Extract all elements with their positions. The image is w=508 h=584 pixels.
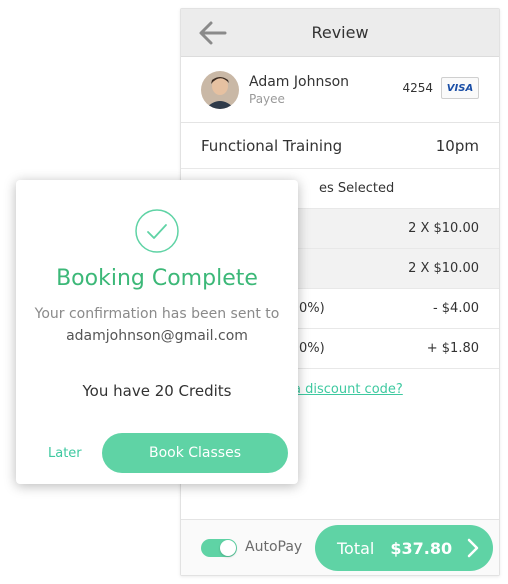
line-item-label: 0%) [299,301,325,316]
discount-code-link[interactable]: a discount code? [293,382,403,397]
line-item-label: 0%) [299,341,325,356]
credits-text: You have 20 Credits [82,382,232,400]
book-classes-button[interactable]: Book Classes [102,433,288,473]
check-circle-icon [135,209,179,253]
autopay-toggle[interactable] [201,539,237,557]
payee-role: Payee [249,91,285,106]
visa-card-icon[interactable]: VISA [441,77,479,99]
total-button[interactable]: Total $37.80 [315,525,493,571]
payee-row: Adam Johnson Payee 4254 VISA [181,57,499,123]
payee-info: Adam Johnson Payee [249,73,349,107]
total-value: $37.80 [390,538,453,558]
class-time: 10pm [435,136,479,155]
later-button[interactable]: Later [48,446,82,461]
booking-complete-dialog: Booking Complete Your confirmation has b… [16,180,298,484]
line-item-value: - $4.00 [432,301,479,316]
header: Review [181,9,499,57]
classes-selected-label: es Selected [319,181,395,196]
class-row: Functional Training 10pm [181,123,499,169]
dialog-subtitle: Your confirmation has been sent to [34,306,280,322]
total-label: Total [337,538,375,558]
avatar [201,70,239,109]
dialog-title: Booking Complete [56,266,258,291]
autopay-label: AutoPay [245,539,303,555]
confirmation-email: adamjohnson@gmail.com [66,328,248,344]
footer: AutoPay Total $37.80 [181,519,499,575]
line-item-value: 2 X $10.00 [408,221,479,236]
page-title: Review [311,23,369,42]
arrow-left-icon [199,21,227,45]
line-item-value: + $1.80 [426,341,479,356]
line-item-value: 2 X $10.00 [408,261,479,276]
back-button[interactable] [197,18,229,48]
payee-name: Adam Johnson [249,73,350,90]
chevron-right-icon [467,538,479,558]
class-name: Functional Training [201,136,343,155]
toggle-knob [220,540,236,556]
card-last4: 4254 [402,81,433,95]
